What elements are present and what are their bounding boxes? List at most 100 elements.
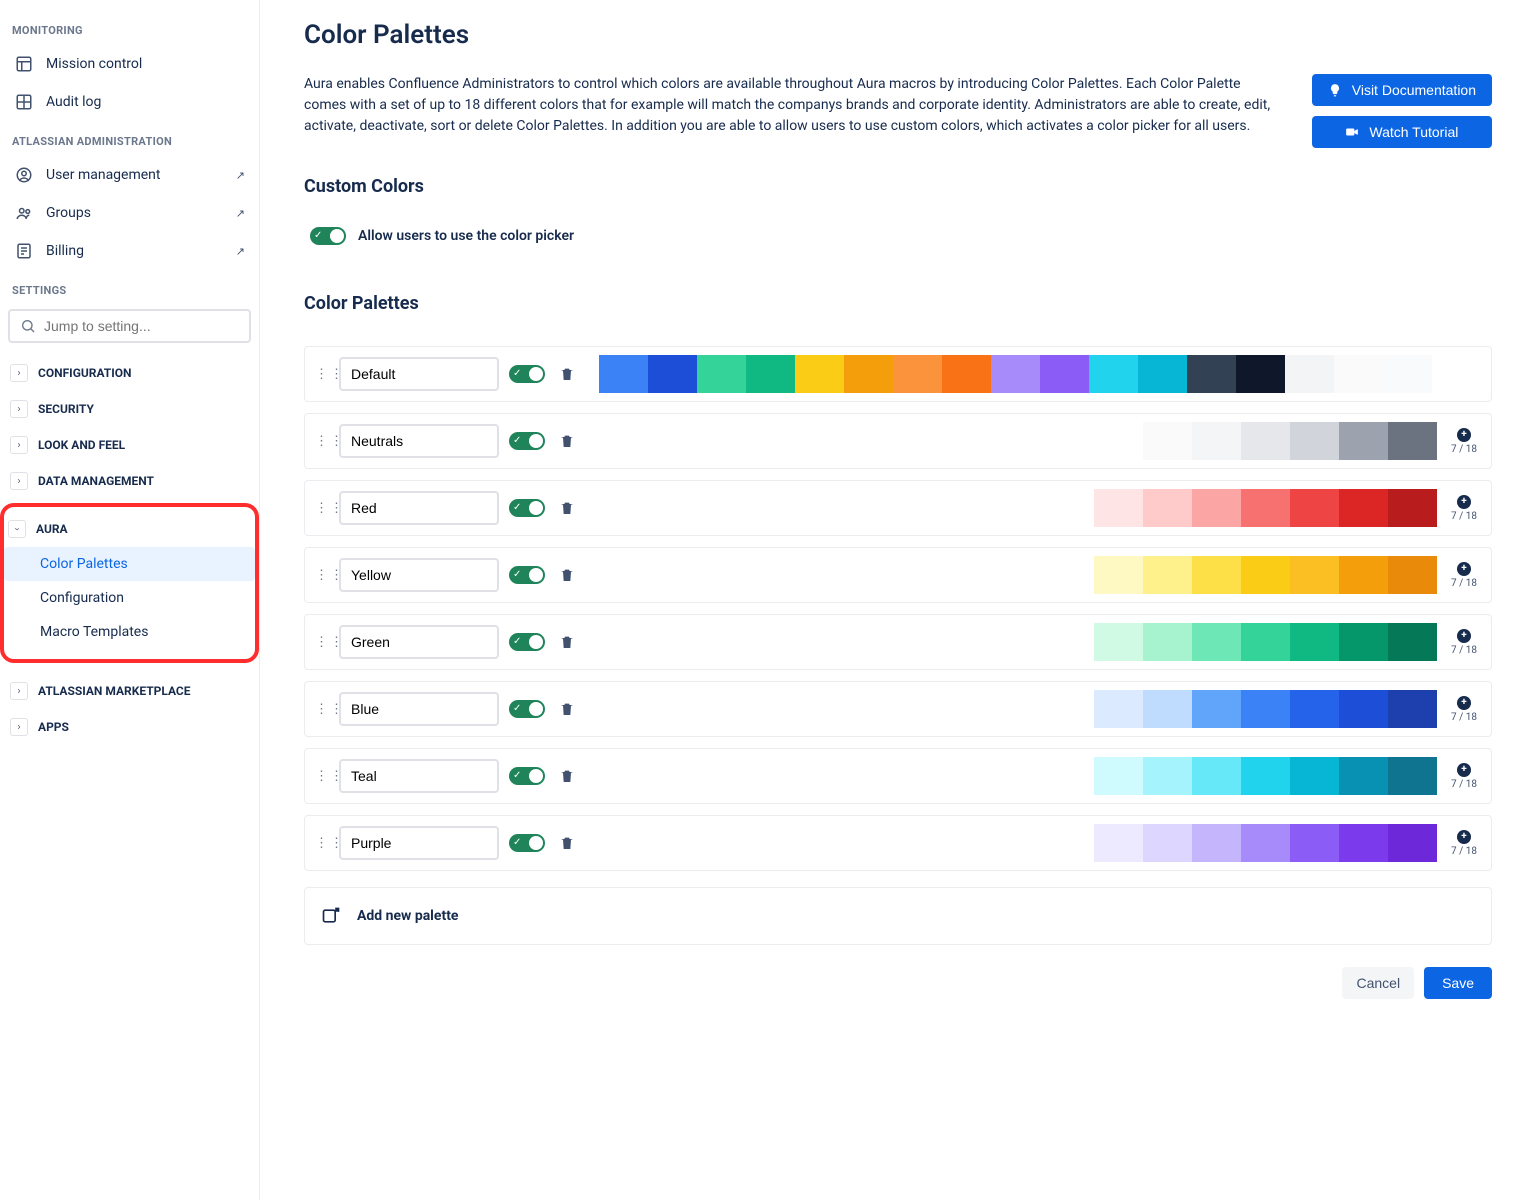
color-swatch[interactable]	[1138, 355, 1187, 393]
color-swatch[interactable]	[1089, 355, 1138, 393]
drag-handle-icon[interactable]: ⋮⋮	[315, 568, 329, 583]
color-swatch[interactable]	[1339, 690, 1388, 728]
palette-name-input[interactable]	[339, 759, 499, 793]
color-swatch[interactable]	[844, 355, 893, 393]
trash-icon[interactable]	[555, 831, 579, 855]
palette-enabled-toggle[interactable]: ✓	[509, 566, 545, 584]
color-picker-toggle[interactable]: ✓	[310, 227, 346, 245]
palette-enabled-toggle[interactable]: ✓	[509, 633, 545, 651]
color-swatch[interactable]	[942, 355, 991, 393]
palette-enabled-toggle[interactable]: ✓	[509, 767, 545, 785]
color-swatch[interactable]	[1241, 556, 1290, 594]
color-swatch[interactable]	[1241, 824, 1290, 862]
sidebar-section-marketplace[interactable]: › ATLASSIAN MARKETPLACE	[6, 673, 253, 709]
sidebar-item-macro-templates[interactable]: Macro Templates	[4, 615, 255, 649]
color-swatch[interactable]	[1383, 355, 1432, 393]
color-swatch[interactable]	[1290, 690, 1339, 728]
color-swatch[interactable]	[1094, 690, 1143, 728]
color-swatch[interactable]	[795, 355, 844, 393]
trash-icon[interactable]	[555, 697, 579, 721]
color-swatch[interactable]	[1040, 355, 1089, 393]
sidebar-item-audit-log[interactable]: Audit log	[6, 83, 253, 121]
color-swatch[interactable]	[1290, 757, 1339, 795]
color-swatch[interactable]	[1094, 824, 1143, 862]
save-button[interactable]: Save	[1424, 967, 1492, 999]
add-color-button[interactable]: +7 / 18	[1447, 830, 1481, 857]
sidebar-item-user-management[interactable]: User management ↗	[6, 156, 253, 194]
palette-enabled-toggle[interactable]: ✓	[509, 365, 545, 383]
trash-icon[interactable]	[555, 362, 579, 386]
color-swatch[interactable]	[1187, 355, 1236, 393]
trash-icon[interactable]	[555, 429, 579, 453]
palette-name-input[interactable]	[339, 692, 499, 726]
search-input-wrapper[interactable]	[8, 309, 251, 343]
add-color-button[interactable]: +7 / 18	[1447, 629, 1481, 656]
color-swatch[interactable]	[1143, 422, 1192, 460]
color-swatch[interactable]	[1143, 489, 1192, 527]
add-color-button[interactable]: +7 / 18	[1447, 763, 1481, 790]
color-swatch[interactable]	[1094, 489, 1143, 527]
color-swatch[interactable]	[1339, 824, 1388, 862]
sidebar-item-configuration[interactable]: Configuration	[4, 581, 255, 615]
color-swatch[interactable]	[1388, 824, 1437, 862]
color-swatch[interactable]	[1094, 556, 1143, 594]
palette-enabled-toggle[interactable]: ✓	[509, 499, 545, 517]
add-color-button[interactable]: +7 / 18	[1447, 428, 1481, 455]
sidebar-section-configuration[interactable]: › CONFIGURATION	[6, 355, 253, 391]
add-color-button[interactable]: +7 / 18	[1447, 696, 1481, 723]
color-swatch[interactable]	[1339, 757, 1388, 795]
sidebar-section-data-management[interactable]: › DATA MANAGEMENT	[6, 463, 253, 499]
drag-handle-icon[interactable]: ⋮⋮	[315, 702, 329, 717]
palette-name-input[interactable]	[339, 357, 499, 391]
palette-name-input[interactable]	[339, 826, 499, 860]
palette-enabled-toggle[interactable]: ✓	[509, 432, 545, 450]
trash-icon[interactable]	[555, 630, 579, 654]
color-swatch[interactable]	[1241, 422, 1290, 460]
color-swatch[interactable]	[1192, 690, 1241, 728]
color-swatch[interactable]	[1339, 489, 1388, 527]
color-swatch[interactable]	[1290, 489, 1339, 527]
sidebar-section-look-and-feel[interactable]: › LOOK AND FEEL	[6, 427, 253, 463]
color-swatch[interactable]	[1290, 623, 1339, 661]
color-swatch[interactable]	[1388, 757, 1437, 795]
color-swatch[interactable]	[1192, 824, 1241, 862]
color-swatch[interactable]	[1094, 422, 1143, 460]
add-color-button[interactable]: +7 / 18	[1447, 495, 1481, 522]
color-swatch[interactable]	[1143, 690, 1192, 728]
add-new-palette-button[interactable]: Add new palette	[304, 887, 1492, 945]
search-input[interactable]	[44, 318, 239, 334]
color-swatch[interactable]	[1241, 757, 1290, 795]
add-color-button[interactable]: +7 / 18	[1447, 562, 1481, 589]
sidebar-section-security[interactable]: › SECURITY	[6, 391, 253, 427]
color-swatch[interactable]	[1432, 355, 1481, 393]
color-swatch[interactable]	[1192, 422, 1241, 460]
drag-handle-icon[interactable]: ⋮⋮	[315, 501, 329, 516]
color-swatch[interactable]	[1241, 690, 1290, 728]
color-swatch[interactable]	[1339, 556, 1388, 594]
palette-name-input[interactable]	[339, 558, 499, 592]
palette-name-input[interactable]	[339, 625, 499, 659]
sidebar-section-aura[interactable]: › AURA	[4, 511, 255, 547]
watch-tutorial-button[interactable]: Watch Tutorial	[1312, 116, 1492, 148]
color-swatch[interactable]	[1388, 690, 1437, 728]
color-swatch[interactable]	[648, 355, 697, 393]
sidebar-item-billing[interactable]: Billing ↗	[6, 232, 253, 270]
color-swatch[interactable]	[991, 355, 1040, 393]
drag-handle-icon[interactable]: ⋮⋮	[315, 836, 329, 851]
color-swatch[interactable]	[1388, 623, 1437, 661]
color-swatch[interactable]	[1339, 623, 1388, 661]
trash-icon[interactable]	[555, 563, 579, 587]
color-swatch[interactable]	[1388, 556, 1437, 594]
color-swatch[interactable]	[1290, 824, 1339, 862]
color-swatch[interactable]	[1339, 422, 1388, 460]
cancel-button[interactable]: Cancel	[1342, 967, 1414, 999]
color-swatch[interactable]	[697, 355, 746, 393]
color-swatch[interactable]	[1290, 556, 1339, 594]
drag-handle-icon[interactable]: ⋮⋮	[315, 769, 329, 784]
drag-handle-icon[interactable]: ⋮⋮	[315, 367, 329, 382]
color-swatch[interactable]	[1388, 489, 1437, 527]
visit-documentation-button[interactable]: Visit Documentation	[1312, 74, 1492, 106]
color-swatch[interactable]	[1241, 623, 1290, 661]
color-swatch[interactable]	[746, 355, 795, 393]
color-swatch[interactable]	[1143, 824, 1192, 862]
